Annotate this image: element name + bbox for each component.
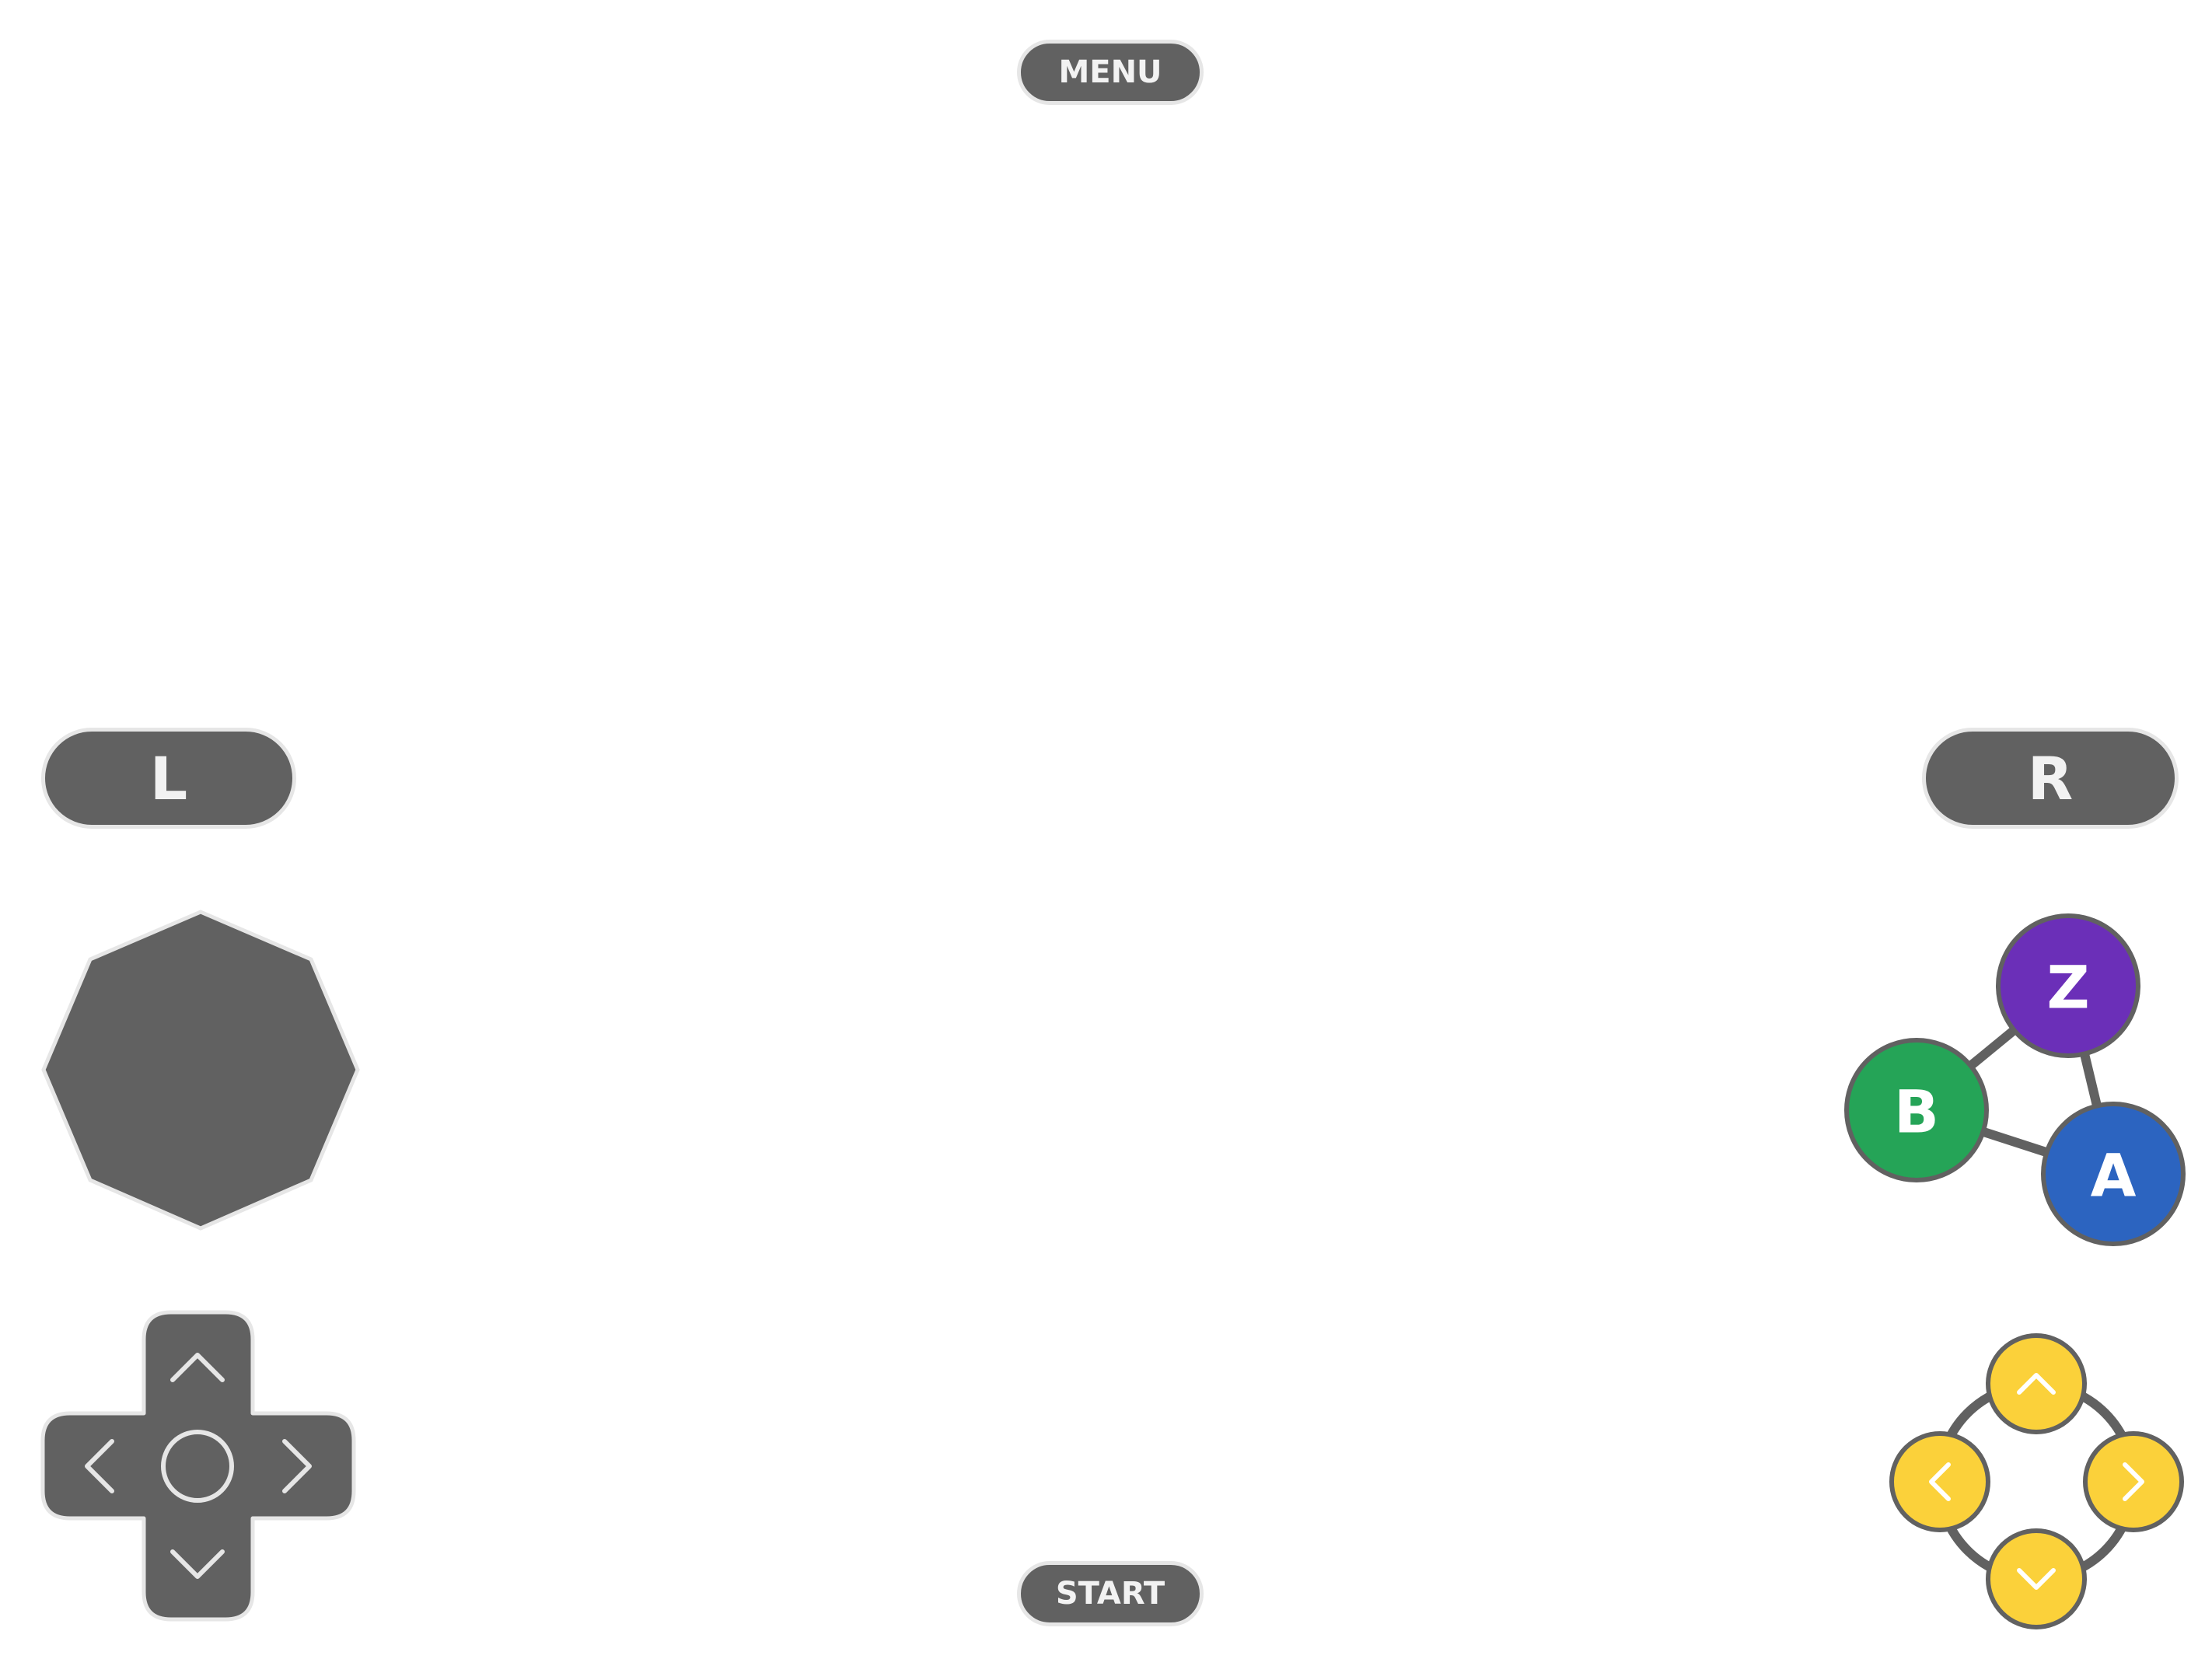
- z-button[interactable]: Z: [1996, 913, 2140, 1058]
- dpad[interactable]: [40, 1310, 356, 1622]
- c-down-button[interactable]: [1986, 1528, 2087, 1629]
- c-left-button[interactable]: [1889, 1431, 1990, 1532]
- a-button-label: A: [2091, 1141, 2137, 1210]
- z-button-label: Z: [2046, 953, 2089, 1022]
- analog-stick[interactable]: [41, 910, 360, 1231]
- c-up-button[interactable]: [1986, 1333, 2087, 1434]
- controller-overlay: Z B A: [40, 910, 2186, 1629]
- b-button[interactable]: B: [1844, 1038, 1989, 1182]
- a-button[interactable]: A: [2041, 1102, 2186, 1246]
- c-right-button[interactable]: [2083, 1431, 2184, 1532]
- b-button-label: B: [1894, 1077, 1939, 1147]
